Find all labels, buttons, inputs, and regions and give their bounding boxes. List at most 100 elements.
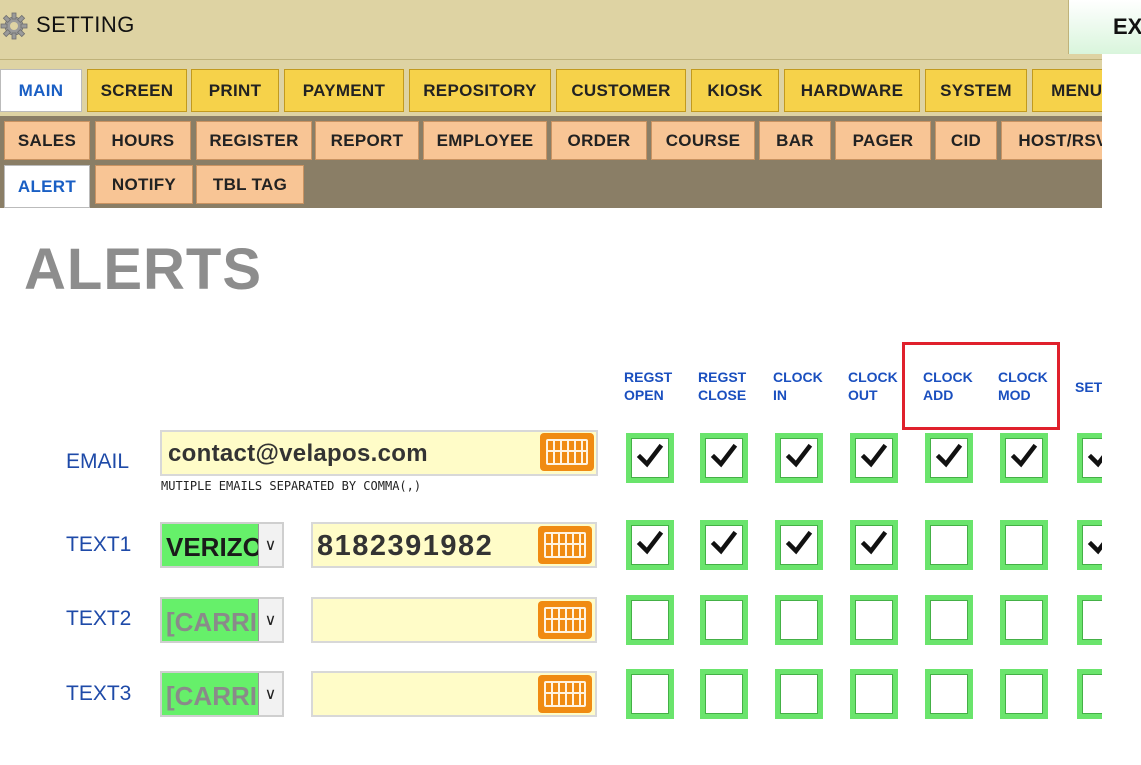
alert-checkbox-email-clock-in[interactable] [775, 433, 823, 483]
tab-host-rsv[interactable]: HOST/RSV [1001, 121, 1102, 160]
checkmark-icon [860, 442, 888, 475]
alert-checkbox-text2-clock-add[interactable] [925, 595, 973, 645]
column-header-line2: CLOSE [698, 387, 747, 403]
tab-employee[interactable]: EMPLOYEE [423, 121, 547, 160]
checkbox-box [1082, 600, 1102, 640]
row-label-email: EMAIL [66, 450, 130, 473]
alert-checkbox-text3-clock-in[interactable] [775, 669, 823, 719]
checkmark-icon [1087, 529, 1102, 562]
keyboard-icon[interactable] [540, 433, 594, 471]
checkbox-box [1005, 600, 1043, 640]
checkbox-box [1082, 438, 1102, 478]
alert-checkbox-text2-regst-close[interactable] [700, 595, 748, 645]
alert-checkbox-text2-clock-in[interactable] [775, 595, 823, 645]
checkbox-box [780, 600, 818, 640]
tab-menu11[interactable]: MENU11 [1032, 69, 1102, 112]
alert-checkbox-text3-clock-out[interactable] [850, 669, 898, 719]
alert-checkbox-text1-clock-out[interactable] [850, 520, 898, 570]
checkbox-box [631, 525, 669, 565]
alert-checkbox-text1-clock-mod[interactable] [1000, 520, 1048, 570]
settings-window: SETTING MAIN SCREEN PRINT PAYMENT REPOSITORY… [0, 0, 1141, 765]
alert-checkbox-text3-clock-add[interactable] [925, 669, 973, 719]
checkbox-box [1005, 438, 1043, 478]
tab-main[interactable]: MAIN [0, 69, 82, 112]
keyboard-icon[interactable] [538, 526, 592, 564]
gear-icon [0, 12, 28, 40]
tab-customer[interactable]: CUSTOMER [556, 69, 686, 112]
tab-cid[interactable]: CID [935, 121, 997, 160]
email-value: contact@velapos.com [168, 440, 428, 467]
alert-checkbox-email-clock-out[interactable] [850, 433, 898, 483]
alert-checkbox-text1-regst-close[interactable] [700, 520, 748, 570]
checkbox-box [930, 525, 968, 565]
alert-checkbox-text1-regst-open[interactable] [626, 520, 674, 570]
keyboard-keys [546, 439, 588, 465]
chevron-down-icon[interactable]: ∨ [258, 599, 282, 641]
alert-checkbox-text3-clock-mod[interactable] [1000, 669, 1048, 719]
tab-sales[interactable]: SALES [4, 121, 90, 160]
alert-checkbox-text2-regst-open[interactable] [626, 595, 674, 645]
chevron-down-icon[interactable]: ∨ [258, 524, 282, 566]
alert-checkbox-text3-regst-close[interactable] [700, 669, 748, 719]
tab-order[interactable]: ORDER [551, 121, 647, 160]
checkbox-box [1082, 674, 1102, 714]
alert-checkbox-text2-clock-mod[interactable] [1000, 595, 1048, 645]
alert-checkbox-text3-set[interactable] [1077, 669, 1102, 719]
checkbox-box [631, 438, 669, 478]
tab-repository[interactable]: REPOSITORY [409, 69, 551, 112]
tab-alert[interactable]: ALERT [4, 165, 90, 208]
tab-print[interactable]: PRINT [191, 69, 279, 112]
alert-checkbox-email-regst-close[interactable] [700, 433, 748, 483]
chevron-down-icon[interactable]: ∨ [258, 673, 282, 715]
keyboard-icon[interactable] [538, 601, 592, 639]
tab-kiosk[interactable]: KIOSK [691, 69, 779, 112]
alert-checkbox-text1-clock-add[interactable] [925, 520, 973, 570]
alert-checkbox-text1-set[interactable] [1077, 520, 1102, 570]
alert-checkbox-email-set[interactable] [1077, 433, 1102, 483]
checkbox-box [930, 674, 968, 714]
checkbox-box [705, 525, 743, 565]
tab-register[interactable]: REGISTER [196, 121, 312, 160]
column-header-line2: OUT [848, 387, 878, 403]
main-tab-bar: MAIN SCREEN PRINT PAYMENT REPOSITORY CUSTOMER… [0, 60, 1102, 116]
alert-checkbox-text2-clock-out[interactable] [850, 595, 898, 645]
column-header-line1: CLOCK [773, 369, 823, 385]
tab-notify[interactable]: NOTIFY [95, 165, 193, 204]
alert-checkbox-text3-regst-open[interactable] [626, 669, 674, 719]
checkbox-box [855, 525, 893, 565]
tab-hardware[interactable]: HARDWARE [784, 69, 920, 112]
exit-button[interactable]: EX [1068, 0, 1141, 54]
tab-report[interactable]: REPORT [315, 121, 419, 160]
email-hint: MUTIPLE EMAILS SEPARATED BY COMMA(,) [161, 479, 422, 493]
column-header-line1: REGST [698, 369, 747, 385]
checkbox-box [1005, 525, 1043, 565]
tab-tbl-tag[interactable]: TBL TAG [196, 165, 304, 204]
tab-system[interactable]: SYSTEM [925, 69, 1027, 112]
tab-screen[interactable]: SCREEN [87, 69, 187, 112]
column-header-line2: IN [773, 387, 787, 403]
keyboard-icon[interactable] [538, 675, 592, 713]
tab-hours[interactable]: HOURS [95, 121, 191, 160]
carrier-select[interactable]: [CARRIER]∨ [160, 671, 284, 717]
checkbox-box [855, 674, 893, 714]
tab-bar[interactable]: BAR [759, 121, 831, 160]
email-field[interactable]: contact@velapos.com [160, 430, 598, 476]
tab-pager[interactable]: PAGER [835, 121, 931, 160]
alert-checkbox-email-clock-add[interactable] [925, 433, 973, 483]
column-header-clock-out: CLOCK OUT [848, 368, 898, 404]
alert-checkbox-email-clock-mod[interactable] [1000, 433, 1048, 483]
carrier-select[interactable]: [CARRIER]∨ [160, 597, 284, 643]
checkmark-icon [636, 442, 664, 475]
checkmark-icon [710, 529, 738, 562]
alert-checkbox-email-regst-open[interactable] [626, 433, 674, 483]
tab-course[interactable]: COURSE [651, 121, 755, 160]
checkmark-icon [1087, 442, 1102, 475]
keyboard-keys [544, 681, 586, 707]
checkmark-icon [785, 442, 813, 475]
checkbox-box [1005, 674, 1043, 714]
alert-checkbox-text2-set[interactable] [1077, 595, 1102, 645]
alert-checkbox-text1-clock-in[interactable] [775, 520, 823, 570]
checkbox-box [855, 438, 893, 478]
carrier-select[interactable]: VERIZON ∨ [160, 522, 284, 568]
tab-payment[interactable]: PAYMENT [284, 69, 404, 112]
